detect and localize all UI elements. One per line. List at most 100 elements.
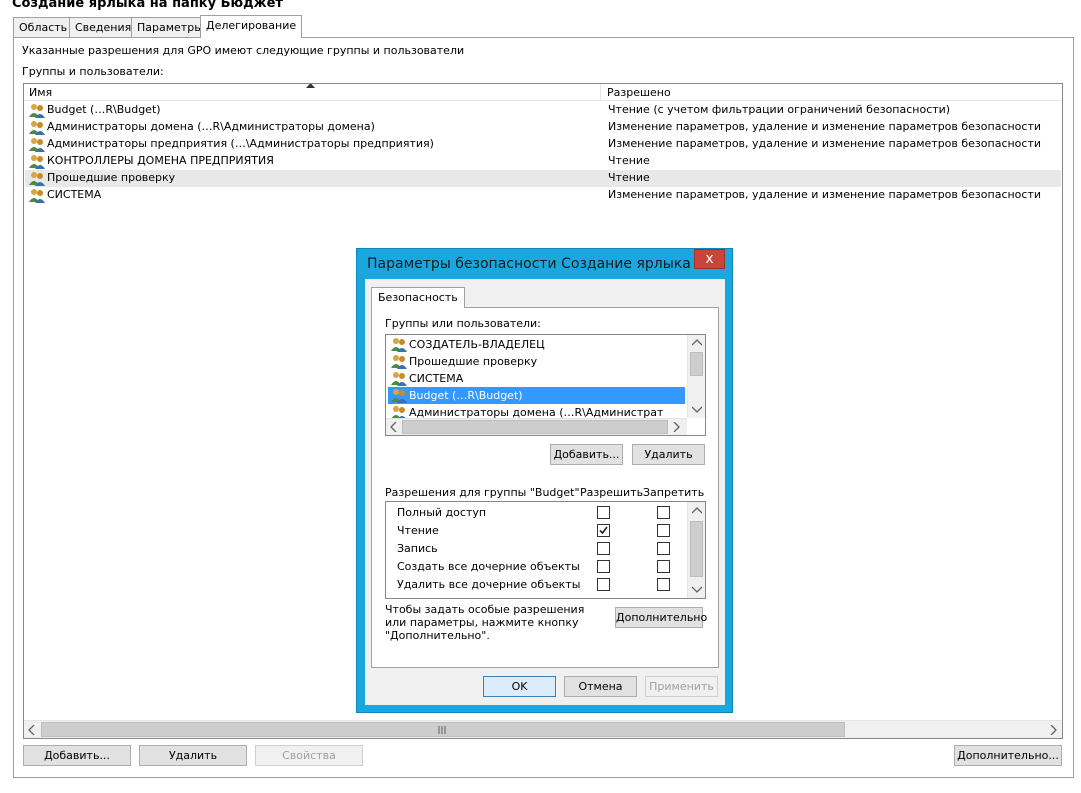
tab-settings[interactable]: Параметры	[131, 17, 209, 37]
chevron-up-icon[interactable]	[692, 507, 702, 514]
permissions-header: Разрешения для группы "Budget"	[385, 486, 580, 499]
user-group-icon	[29, 121, 45, 135]
table-row[interactable]: Администраторы домена (…R\Администраторы…	[25, 119, 1061, 136]
list-item[interactable]: Прошедшие проверку	[388, 353, 685, 370]
tab-scope[interactable]: Область	[13, 17, 74, 37]
deny-checkbox[interactable]	[657, 506, 670, 519]
permission-row: Создать все дочерние объекты	[388, 558, 688, 576]
row-permission: Чтение (с учетом фильтрации ограничений …	[608, 103, 951, 116]
user-group-icon	[29, 172, 45, 186]
table-row[interactable]: КОНТРОЛЛЕРЫ ДОМЕНА ПРЕДПРИЯТИЯ Чтение	[25, 153, 1061, 170]
chevron-up-icon[interactable]	[692, 339, 702, 346]
add-button[interactable]: Добавить...	[23, 745, 131, 766]
allow-checkbox[interactable]	[597, 524, 610, 537]
table-row[interactable]: Администраторы предприятия (…\Администра…	[25, 136, 1061, 153]
close-icon: x	[705, 251, 714, 267]
row-name: Администраторы предприятия (…\Администра…	[47, 137, 434, 150]
row-permission: Чтение	[608, 154, 650, 167]
list-item-label: Прошедшие проверку	[409, 355, 538, 368]
permission-row: Запись	[388, 540, 688, 558]
chevron-left-icon[interactable]	[390, 422, 397, 432]
close-button[interactable]: x	[694, 249, 725, 269]
permission-label: Удалить все дочерние объекты	[397, 578, 581, 591]
horizontal-scrollbar[interactable]	[24, 720, 1062, 738]
permission-label: Создать все дочерние объекты	[397, 560, 580, 573]
permission-row: Удалить все дочерние объекты	[388, 576, 688, 594]
tab-delegation[interactable]: Делегирование	[200, 15, 303, 38]
chevron-left-icon[interactable]	[28, 725, 36, 735]
cancel-button[interactable]: Отмена	[564, 676, 637, 697]
row-name: Budget (…R\Budget)	[47, 103, 161, 116]
allow-header: Разрешить	[580, 486, 644, 499]
apply-button[interactable]: Применить	[645, 676, 718, 697]
chevron-right-icon[interactable]	[1049, 725, 1057, 735]
list-item-label: СИСТЕМА	[409, 372, 464, 385]
row-name: Прошедшие проверку	[47, 171, 176, 184]
grip-icon	[438, 726, 446, 734]
users-horizontal-scrollbar[interactable]	[386, 418, 687, 435]
table-row[interactable]: Budget (…R\Budget) Чтение (с учетом филь…	[25, 102, 1061, 119]
allow-checkbox[interactable]	[597, 560, 610, 573]
permissions-vertical-scrollbar[interactable]	[687, 502, 705, 598]
permission-label: Полный доступ	[397, 506, 487, 519]
dialog-groups-label: Группы или пользователи:	[385, 317, 541, 330]
dialog-add-button[interactable]: Добавить...	[550, 444, 623, 465]
list-item[interactable]: СИСТЕМА	[388, 370, 685, 387]
column-header-permission[interactable]: Разрешено	[602, 84, 1062, 101]
row-permission: Изменение параметров, удаление и изменен…	[608, 137, 1042, 150]
dialog-advanced-button[interactable]: Дополнительно	[615, 607, 707, 628]
table-row[interactable]: Прошедшие проверку Чтение	[25, 170, 1061, 187]
deny-checkbox[interactable]	[657, 578, 670, 591]
deny-checkbox[interactable]	[657, 560, 670, 573]
user-group-icon	[29, 189, 45, 203]
column-header-permission-label: Разрешено	[607, 86, 671, 99]
page-title: Создание ярлыка на папку Бюджет	[12, 0, 283, 11]
permissions-scroll-thumb[interactable]	[690, 521, 703, 577]
allow-checkbox[interactable]	[597, 542, 610, 555]
properties-button[interactable]: Свойства	[255, 745, 363, 766]
table-row[interactable]: СИСТЕМА Изменение параметров, удаление и…	[25, 187, 1061, 204]
ok-button[interactable]: OK	[483, 676, 556, 697]
row-permission: Изменение параметров, удаление и изменен…	[608, 188, 1042, 201]
remove-button[interactable]: Удалить	[139, 745, 247, 766]
permissions-list: Полный доступ Чтение Запись Создать все …	[385, 501, 706, 599]
users-scroll-thumb[interactable]	[690, 352, 703, 376]
column-header-name-label: Имя	[29, 86, 53, 99]
chevron-right-icon[interactable]	[673, 422, 680, 432]
delegation-description: Указанные разрешения для GPO имеют следу…	[22, 44, 465, 57]
list-item[interactable]: СОЗДАТЕЛЬ-ВЛАДЕЛЕЦ	[388, 336, 685, 353]
chevron-down-icon[interactable]	[692, 406, 702, 413]
tab-details[interactable]: Сведения	[69, 17, 138, 37]
row-permission: Изменение параметров, удаление и изменен…	[608, 120, 1042, 133]
user-group-icon	[391, 338, 407, 352]
chevron-down-icon[interactable]	[692, 586, 702, 593]
list-item-label: СОЗДАТЕЛЬ-ВЛАДЕЛЕЦ	[409, 338, 545, 351]
row-name: Администраторы домена (…R\Администраторы…	[47, 120, 375, 133]
users-listbox[interactable]: СОЗДАТЕЛЬ-ВЛАДЕЛЕЦ Прошедшие проверку СИ…	[385, 334, 706, 436]
user-group-icon	[29, 138, 45, 152]
dialog-remove-button[interactable]: Удалить	[632, 444, 705, 465]
security-settings-dialog: Параметры безопасности Создание ярлыка .…	[356, 248, 733, 713]
security-tab-panel: Группы или пользователи: СОЗДАТЕЛЬ-ВЛАДЕ…	[371, 307, 719, 668]
allow-checkbox[interactable]	[597, 506, 610, 519]
deny-checkbox[interactable]	[657, 542, 670, 555]
column-header-name[interactable]: Имя	[24, 84, 601, 101]
allow-checkbox[interactable]	[597, 578, 610, 591]
users-hscroll-thumb[interactable]	[402, 420, 668, 434]
list-item[interactable]: Budget (…R\Budget)	[388, 387, 685, 404]
permission-label: Запись	[397, 542, 438, 555]
user-group-icon	[29, 104, 45, 118]
advanced-button[interactable]: Дополнительно...	[954, 745, 1062, 766]
horizontal-scroll-thumb[interactable]	[41, 722, 845, 737]
advanced-hint: Чтобы задать особые разрешения или парам…	[385, 603, 585, 642]
sort-ascending-icon	[306, 84, 315, 88]
dialog-title: Параметры безопасности Создание ярлыка .…	[367, 256, 709, 272]
row-name: КОНТРОЛЛЕРЫ ДОМЕНА ПРЕДПРИЯТИЯ	[47, 154, 274, 167]
users-vertical-scrollbar[interactable]	[687, 335, 705, 418]
dialog-body: Безопасность Группы или пользователи: СО…	[365, 279, 725, 705]
tab-security[interactable]: Безопасность	[371, 287, 465, 308]
deny-checkbox[interactable]	[657, 524, 670, 537]
user-group-icon	[391, 355, 407, 369]
permission-label: Чтение	[397, 524, 439, 537]
list-item-label: Budget (…R\Budget)	[409, 389, 523, 402]
